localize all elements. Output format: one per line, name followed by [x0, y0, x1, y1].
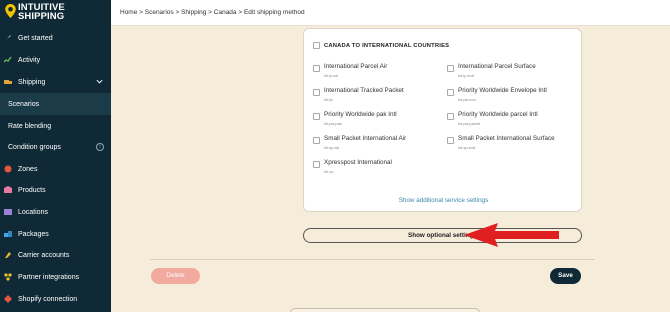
- sidebar-item-label: Partner integrations: [18, 273, 80, 281]
- rocket-icon: [5, 35, 11, 41]
- sidebar-item-shopify-connection[interactable]: Shopify connection: [0, 288, 111, 310]
- sidebar-item-label: Scenarios: [8, 100, 40, 108]
- service-name: International Tracked Packet: [324, 87, 404, 94]
- zones-icon: [4, 165, 12, 173]
- service-name: Priority Worldwide parcel Intl: [458, 111, 538, 118]
- sidebar-item-label: Rate blending: [8, 122, 52, 130]
- sidebar-item-shipping[interactable]: Shipping: [0, 71, 111, 93]
- sidebar-item-label: Shipping: [18, 78, 46, 86]
- service-name: Xpresspost International: [324, 159, 392, 166]
- sidebar-item-label: Locations: [18, 208, 48, 216]
- delete-button[interactable]: Delete: [151, 268, 200, 284]
- sidebar: INTUITIVE SHIPPING Get started Activity …: [0, 0, 111, 312]
- sidebar-item-partner-integrations[interactable]: Partner integrations: [0, 266, 111, 288]
- sidebar-item-scenarios[interactable]: Scenarios: [0, 93, 111, 115]
- service-checkbox[interactable]: [313, 65, 320, 72]
- sidebar-item-rate-blending[interactable]: Rate blending: [0, 115, 111, 137]
- carrier-icon: [5, 252, 11, 258]
- sidebar-item-label: Get started: [18, 34, 53, 42]
- chevron-down-icon: [96, 79, 103, 84]
- service-name: Small Packet International Air: [324, 135, 407, 142]
- sidebar-item-condition-groups[interactable]: Condition groups i: [0, 136, 111, 158]
- service-card: CANADA TO INTERNATIONAL COUNTRIES Intern…: [303, 28, 582, 212]
- service-code: int.ip.surf: [458, 73, 475, 78]
- group-heading-row[interactable]: CANADA TO INTERNATIONAL COUNTRIES: [313, 42, 449, 49]
- show-additional-service-settings-link[interactable]: Show additional service settings: [304, 197, 583, 204]
- info-icon[interactable]: i: [96, 143, 104, 151]
- sidebar-item-carrier-accounts[interactable]: Carrier accounts: [0, 244, 111, 266]
- sidebar-item-zones[interactable]: Zones: [0, 158, 111, 180]
- sidebar-item-label: Carrier accounts: [18, 251, 70, 259]
- select-all-checkbox[interactable]: [313, 42, 320, 49]
- service-code: int.pw.parcel: [458, 121, 481, 126]
- sidebar-item-label: Products: [18, 186, 46, 194]
- service-checkbox[interactable]: [313, 161, 320, 168]
- service-checkbox[interactable]: [447, 65, 454, 72]
- service-checkbox[interactable]: [447, 89, 454, 96]
- save-button[interactable]: Save: [550, 268, 581, 284]
- group-heading: CANADA TO INTERNATIONAL COUNTRIES: [324, 42, 450, 49]
- service-code: int.tp: [324, 97, 333, 102]
- sidebar-item-activity[interactable]: Activity: [0, 49, 111, 71]
- service-name: International Parcel Surface: [458, 63, 536, 70]
- service-code: int.sp.air: [324, 145, 340, 150]
- service-code: int.pw.pak: [324, 121, 342, 126]
- sidebar-item-label: Activity: [18, 56, 41, 64]
- service-checkbox[interactable]: [313, 89, 320, 96]
- location-pin-icon: [5, 4, 16, 18]
- activity-icon: [4, 56, 12, 63]
- sidebar-item-locations[interactable]: Locations: [0, 201, 111, 223]
- service-checkbox[interactable]: [447, 137, 454, 144]
- service-name: Small Packet International Surface: [458, 135, 555, 142]
- sidebar-item-label: Zones: [18, 165, 38, 173]
- next-section-peek: [290, 308, 480, 312]
- brand-logo[interactable]: INTUITIVE SHIPPING: [5, 3, 65, 25]
- shipping-icon: [4, 80, 12, 84]
- products-icon: [4, 186, 12, 193]
- sidebar-item-products[interactable]: Products: [0, 179, 111, 201]
- sidebar-item-label: Condition groups: [8, 143, 61, 151]
- locations-icon: [4, 209, 12, 215]
- service-name: Priority Worldwide Envelope Intl: [458, 87, 547, 94]
- service-name: Priority Worldwide pak Intl: [324, 111, 397, 118]
- red-arrow-annotation: [464, 223, 559, 247]
- sidebar-item-label: Packages: [18, 230, 49, 238]
- service-checkbox[interactable]: [313, 137, 320, 144]
- brand-line2: SHIPPING: [18, 11, 65, 22]
- divider: [150, 259, 595, 260]
- sidebar-item-packages[interactable]: Packages: [0, 223, 111, 245]
- service-name: International Parcel Air: [324, 63, 388, 70]
- partner-icon: [4, 273, 12, 281]
- breadcrumb[interactable]: Home > Scenarios > Shipping > Canada > E…: [120, 9, 305, 16]
- packages-icon: [4, 231, 12, 237]
- sidebar-item-get-started[interactable]: Get started: [0, 27, 111, 49]
- service-code: int.ip.air: [324, 73, 339, 78]
- top-bar: Home > Scenarios > Shipping > Canada > E…: [111, 0, 670, 26]
- service-code: int.pw.env: [458, 97, 476, 102]
- service-code: int.xp: [324, 169, 334, 174]
- service-checkbox[interactable]: [313, 113, 320, 120]
- shopify-icon: [4, 295, 12, 303]
- sidebar-item-label: Shopify connection: [18, 295, 78, 303]
- service-checkbox[interactable]: [447, 113, 454, 120]
- service-code: int.sp.surf: [458, 145, 476, 150]
